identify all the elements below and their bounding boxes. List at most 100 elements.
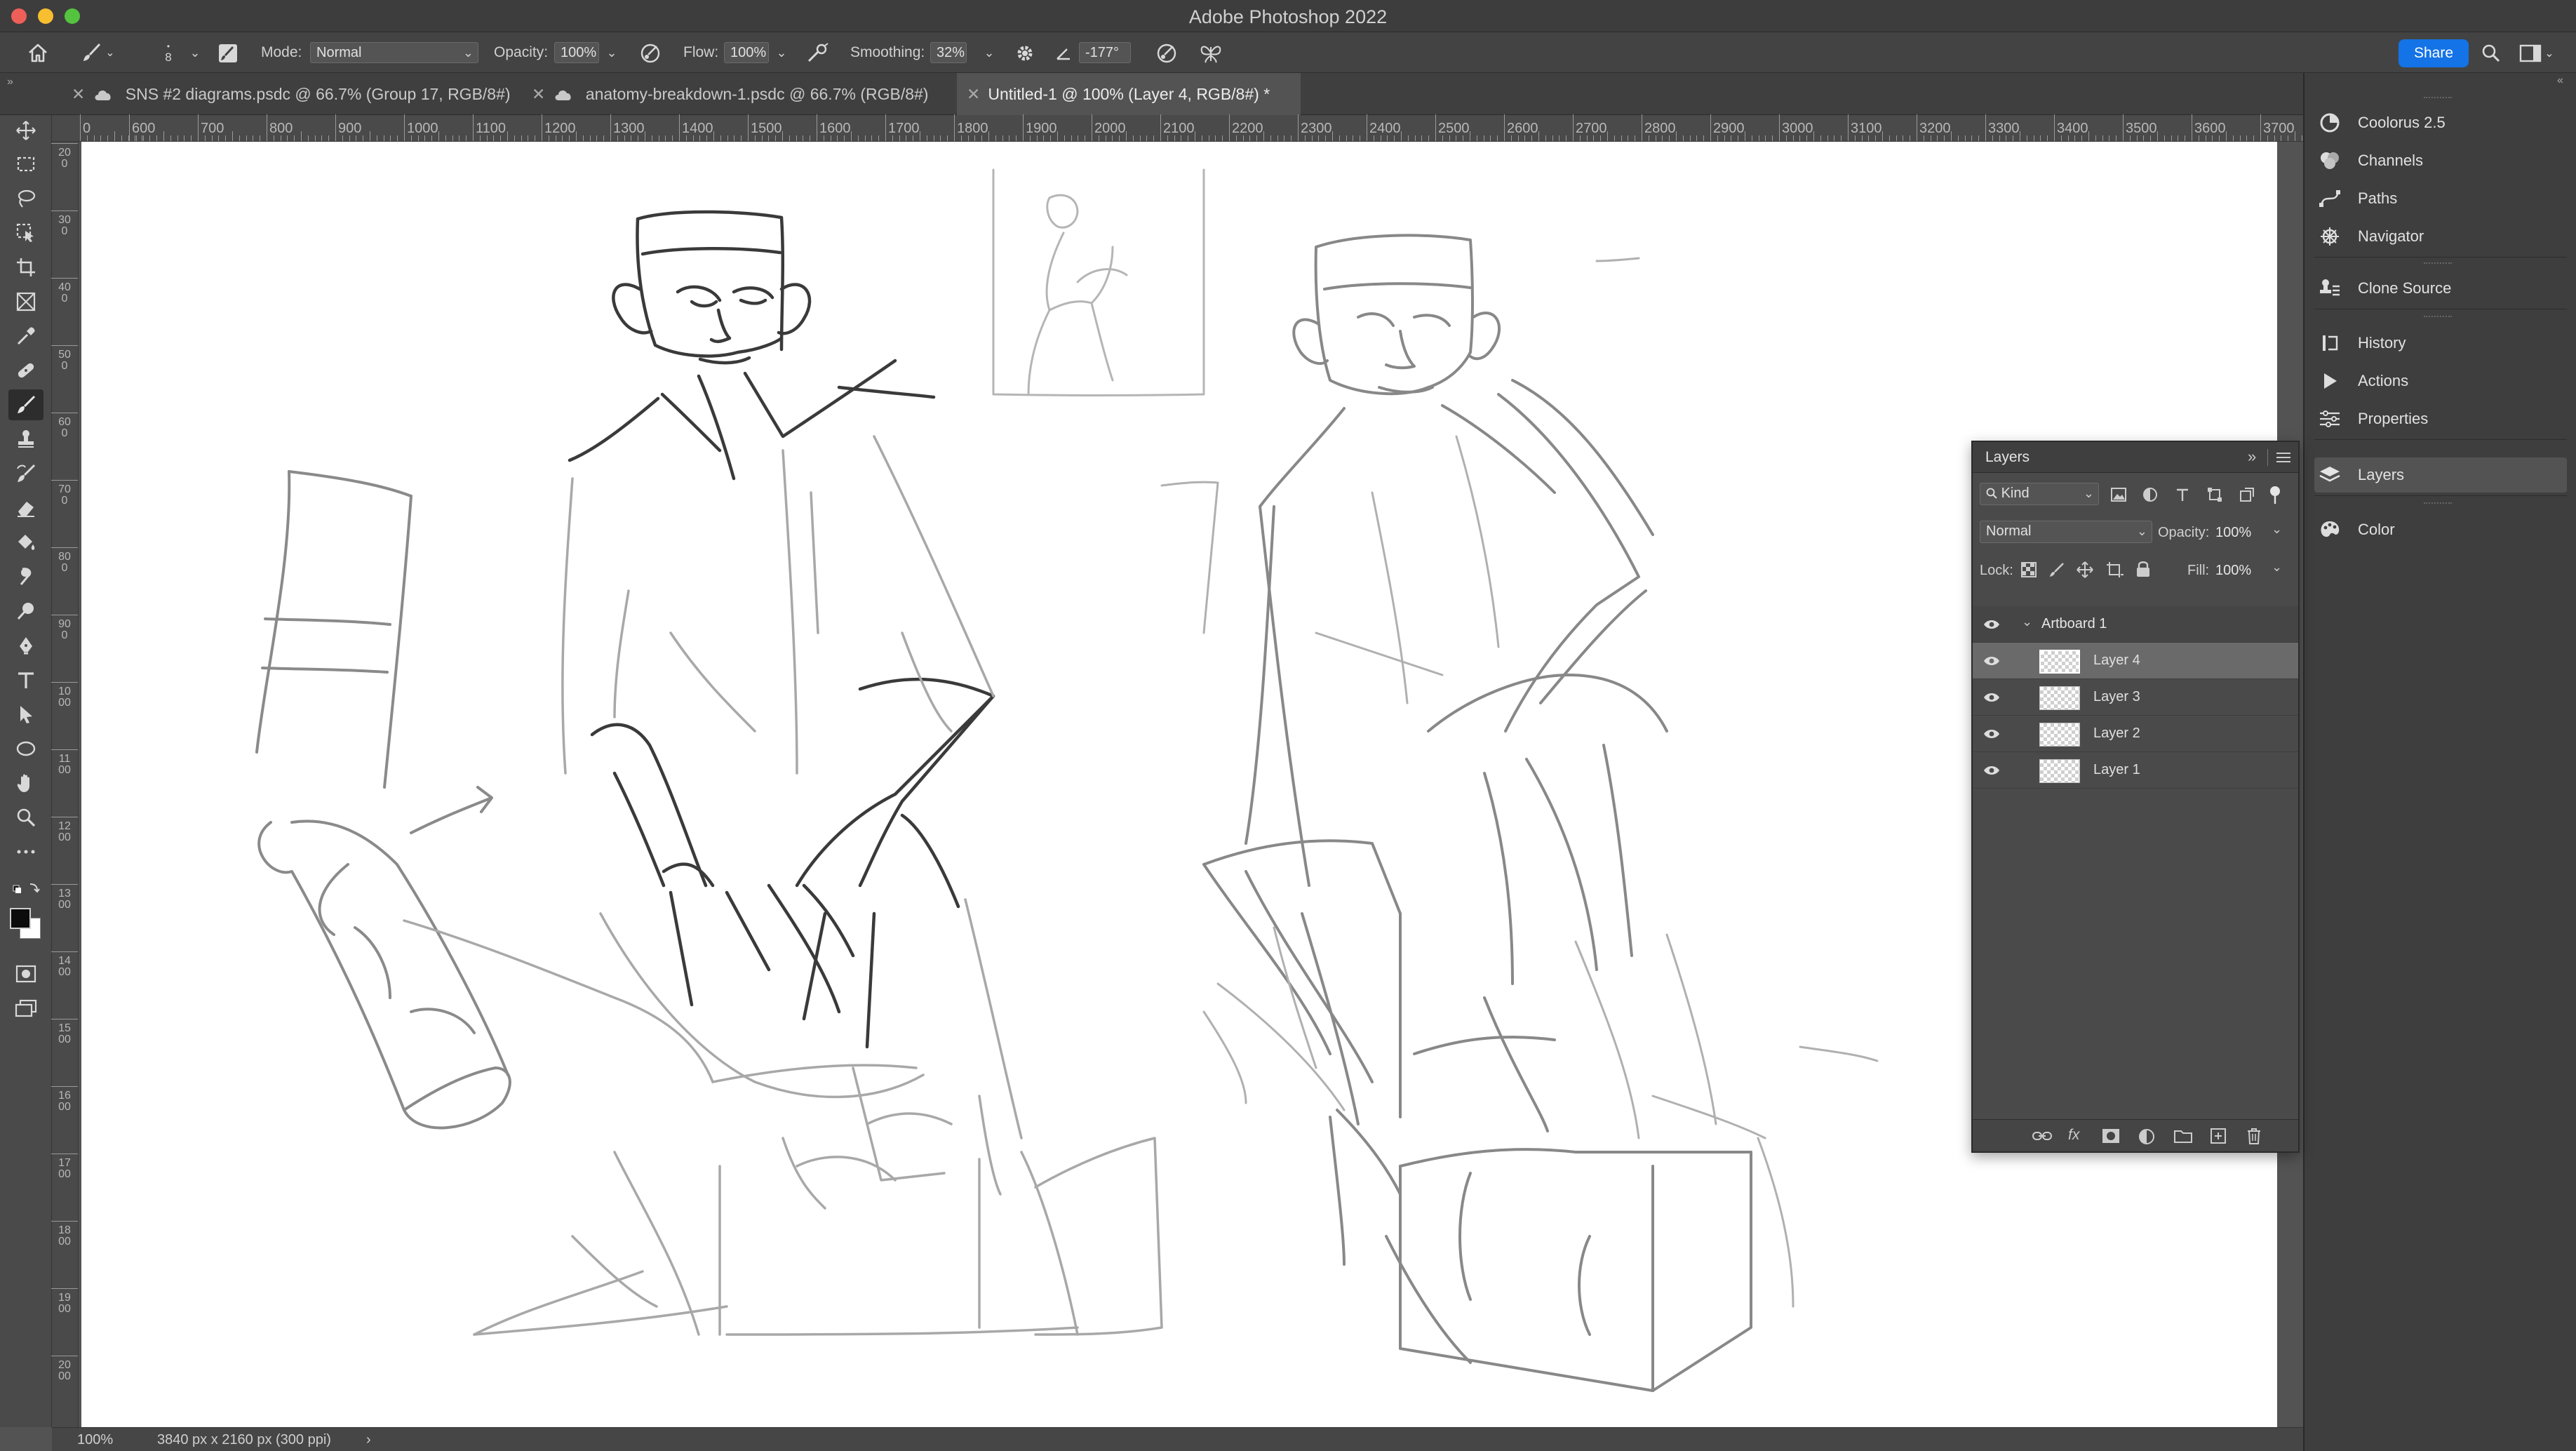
panel-history[interactable]: History	[2314, 326, 2567, 361]
chevron-down-icon[interactable]: ⌄	[2272, 522, 2282, 537]
flow-input[interactable]: 100%	[724, 42, 769, 63]
default-colors-button[interactable]	[8, 878, 43, 900]
collapse-dock-icon[interactable]: «	[2557, 74, 2563, 87]
crop-tool[interactable]	[8, 252, 43, 283]
hand-tool[interactable]	[8, 768, 43, 798]
type-tool[interactable]	[8, 664, 43, 695]
lock-position-icon[interactable]	[2077, 561, 2093, 578]
healing-brush-tool[interactable]	[8, 355, 43, 386]
workspace-button[interactable]: ⌄	[2518, 42, 2555, 65]
more-tools-button[interactable]	[8, 836, 43, 867]
layers-panel-header[interactable]: Layers »	[1973, 442, 2298, 473]
visibility-eye-icon[interactable]	[1983, 689, 2001, 706]
zoom-tool[interactable]	[8, 802, 43, 833]
trash-icon[interactable]	[2246, 1127, 2262, 1145]
eyedropper-tool[interactable]	[8, 321, 43, 352]
filter-shape-icon[interactable]	[2207, 487, 2222, 502]
lasso-tool[interactable]	[8, 183, 43, 214]
panel-grip[interactable]	[2424, 316, 2452, 319]
share-button[interactable]: Share	[2399, 39, 2469, 67]
clone-stamp-tool[interactable]	[8, 424, 43, 455]
history-brush-tool[interactable]	[8, 458, 43, 489]
close-tab-icon[interactable]: ✕	[532, 73, 549, 115]
blend-mode-select[interactable]: Normal ⌄	[310, 42, 478, 63]
ellipse-tool[interactable]	[8, 733, 43, 764]
brush-angle-button[interactable]	[1052, 42, 1075, 65]
brush-angle-input[interactable]: -177°	[1079, 42, 1131, 63]
panel-grip[interactable]	[2424, 502, 2452, 505]
panel-properties[interactable]: Properties	[2314, 401, 2567, 436]
move-tool[interactable]	[8, 115, 43, 146]
smoothing-options-button[interactable]	[1013, 42, 1037, 65]
new-adjustment-icon[interactable]	[2138, 1128, 2155, 1145]
visibility-eye-icon[interactable]	[1983, 726, 2001, 742]
frame-tool[interactable]	[8, 286, 43, 317]
zoom-level[interactable]: 100%	[77, 1432, 113, 1448]
new-group-folder-icon[interactable]	[2173, 1128, 2193, 1144]
panel-channels[interactable]: Channels	[2314, 143, 2567, 178]
filter-smart-object-icon[interactable]	[2239, 487, 2255, 502]
panel-color[interactable]: Color	[2314, 512, 2567, 547]
object-selection-tool[interactable]	[8, 218, 43, 248]
canvas-area[interactable]	[79, 142, 2371, 1427]
filter-type-icon[interactable]	[2175, 487, 2190, 502]
new-layer-icon[interactable]	[2210, 1128, 2227, 1144]
link-layers-icon[interactable]	[2032, 1128, 2053, 1144]
panel-actions[interactable]: Actions	[2314, 363, 2567, 399]
quick-mask-button[interactable]	[8, 958, 43, 989]
brush-tool[interactable]	[8, 389, 43, 420]
layer-style-fx-icon[interactable]: fx	[2068, 1127, 2079, 1144]
layer-blend-mode-select[interactable]: Normal ⌄	[1980, 521, 2152, 543]
close-tab-icon[interactable]: ✕	[967, 73, 984, 115]
pen-tool[interactable]	[8, 630, 43, 661]
path-selection-tool[interactable]	[8, 699, 43, 730]
status-menu-arrow[interactable]: ›	[366, 1432, 371, 1448]
opacity-input[interactable]: 100%	[554, 42, 599, 63]
layer-row-layer-3[interactable]: Layer 3	[1973, 679, 2298, 716]
panel-grip[interactable]	[2424, 262, 2452, 265]
color-swatches[interactable]	[10, 908, 45, 940]
collapse-toolbar-icon[interactable]: »	[7, 76, 13, 88]
paint-bucket-tool[interactable]	[8, 527, 43, 558]
panel-coolorus[interactable]: Coolorus 2.5	[2314, 105, 2567, 140]
layer-row-layer-1[interactable]: Layer 1	[1973, 752, 2298, 789]
panel-clone-source[interactable]: Clone Source	[2314, 271, 2567, 306]
smudge-tool[interactable]	[8, 561, 43, 592]
filter-toggle-icon[interactable]	[2267, 484, 2283, 505]
marquee-tool[interactable]	[8, 149, 43, 180]
airbrush-button[interactable]	[805, 42, 831, 65]
smoothing-chevron-icon[interactable]: ⌄	[982, 42, 996, 63]
foreground-color-swatch[interactable]	[10, 908, 31, 929]
collapse-panel-icon[interactable]: »	[2248, 448, 2256, 466]
flow-chevron-icon[interactable]: ⌄	[774, 42, 789, 63]
chevron-down-icon[interactable]: ⌄	[2022, 615, 2032, 629]
pressure-opacity-button[interactable]	[638, 42, 662, 65]
tab-sns-diagrams[interactable]: ✕ SNS #2 diagrams.psdc @ 66.7% (Group 17…	[62, 73, 522, 115]
panel-grip[interactable]	[2424, 97, 2452, 100]
panel-navigator[interactable]: Navigator	[2314, 219, 2567, 254]
home-button[interactable]	[25, 41, 51, 65]
lock-transparent-icon[interactable]	[2020, 561, 2037, 578]
layer-group-artboard[interactable]: ⌄ Artboard 1	[1973, 606, 2298, 643]
filter-adjustment-icon[interactable]	[2142, 487, 2158, 502]
brush-settings-button[interactable]	[216, 42, 240, 65]
screen-mode-button[interactable]	[8, 993, 43, 1024]
close-tab-icon[interactable]: ✕	[72, 73, 88, 115]
visibility-eye-icon[interactable]	[1983, 762, 2001, 779]
fill-value[interactable]: 100%	[2215, 563, 2251, 579]
lock-artboard-icon[interactable]	[2106, 561, 2124, 578]
lock-pixels-icon[interactable]	[2048, 561, 2065, 578]
visibility-eye-icon[interactable]	[1983, 616, 2001, 633]
eraser-tool[interactable]	[8, 493, 43, 523]
panel-paths[interactable]: Paths	[2314, 181, 2567, 216]
visibility-eye-icon[interactable]	[1983, 653, 2001, 669]
brush-size-chevron-icon[interactable]: ⌄	[188, 42, 202, 63]
smoothing-input[interactable]: 32%	[930, 42, 967, 63]
layer-filter-select[interactable]: Kind ⌄	[1980, 483, 2099, 505]
layer-row-layer-4[interactable]: Layer 4	[1973, 643, 2298, 679]
panel-menu-icon[interactable]	[2276, 452, 2291, 463]
filter-pixel-icon[interactable]	[2110, 487, 2127, 502]
symmetry-button[interactable]	[1198, 42, 1223, 65]
search-button[interactable]	[2479, 42, 2503, 65]
brush-size-picker[interactable]: • 8	[147, 36, 189, 70]
